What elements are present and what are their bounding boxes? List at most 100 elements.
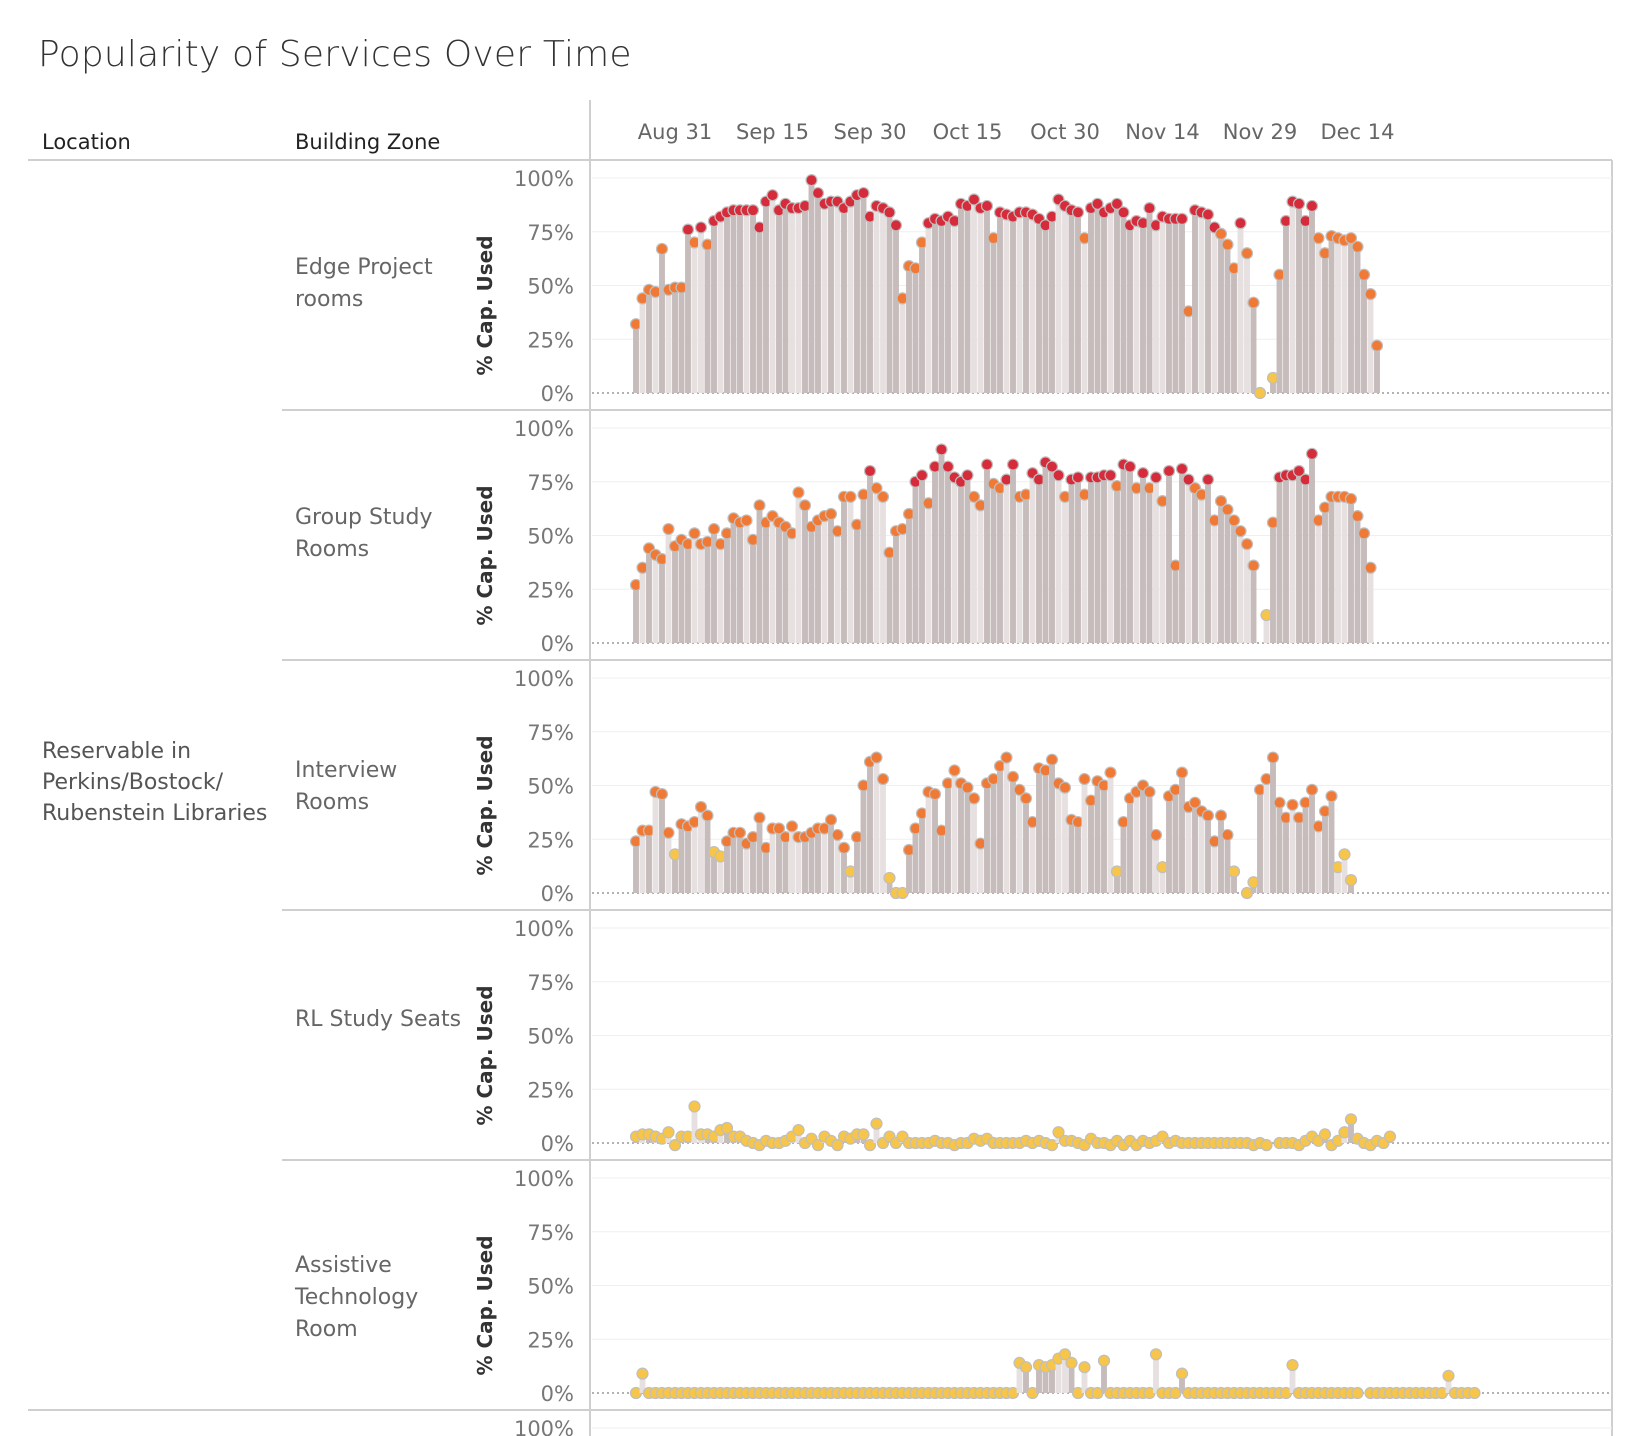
bar bbox=[1309, 789, 1315, 893]
bar bbox=[1263, 779, 1270, 893]
data-point bbox=[1201, 208, 1215, 221]
data-point bbox=[824, 507, 838, 521]
bar bbox=[912, 481, 919, 643]
bar bbox=[698, 807, 704, 893]
bar bbox=[685, 826, 691, 893]
bar bbox=[821, 516, 828, 643]
bar bbox=[847, 201, 854, 393]
bar bbox=[646, 289, 652, 393]
bar bbox=[1276, 477, 1283, 643]
y-tick-label: 50% bbox=[527, 1025, 574, 1049]
bar bbox=[821, 828, 828, 893]
y-axis-title: % Cap. Used bbox=[473, 985, 497, 1125]
bar bbox=[1348, 238, 1354, 393]
data-point bbox=[1019, 792, 1033, 805]
bar bbox=[737, 210, 743, 393]
data-point bbox=[1351, 1386, 1364, 1400]
bar bbox=[854, 195, 860, 393]
bar bbox=[938, 830, 945, 893]
bar bbox=[1322, 253, 1328, 393]
bar bbox=[704, 244, 711, 393]
data-point bbox=[1221, 238, 1234, 251]
data-point bbox=[1097, 1354, 1111, 1367]
bar bbox=[990, 483, 997, 643]
bar bbox=[711, 221, 717, 393]
bar bbox=[834, 834, 841, 893]
bar bbox=[665, 289, 672, 393]
bar bbox=[665, 832, 672, 893]
bar bbox=[1192, 802, 1198, 893]
y-tick-label: 50% bbox=[527, 275, 574, 299]
data-point bbox=[876, 490, 890, 503]
y-tick-label: 0% bbox=[541, 882, 574, 906]
bar bbox=[672, 546, 678, 643]
y-tick-label: 100% bbox=[514, 1417, 574, 1436]
bar bbox=[678, 824, 685, 893]
bar bbox=[1192, 488, 1198, 643]
y-tick-label: 25% bbox=[527, 1328, 574, 1352]
data-point bbox=[1240, 247, 1254, 260]
data-point bbox=[1351, 240, 1364, 253]
bar bbox=[1211, 520, 1218, 643]
data-point bbox=[857, 186, 870, 200]
bar bbox=[1153, 225, 1159, 393]
bar bbox=[1055, 783, 1062, 893]
bar bbox=[672, 287, 678, 393]
x-tick-label: Nov 14 bbox=[1125, 120, 1199, 144]
bar bbox=[659, 559, 665, 643]
bar bbox=[1231, 520, 1237, 643]
bar bbox=[1088, 800, 1094, 893]
bar bbox=[1354, 246, 1361, 393]
data-point bbox=[746, 204, 760, 217]
bar bbox=[1101, 475, 1107, 643]
data-point bbox=[766, 189, 779, 202]
bar bbox=[1166, 218, 1172, 393]
bar bbox=[815, 193, 821, 393]
bar bbox=[756, 817, 763, 893]
bar bbox=[977, 505, 984, 643]
data-point bbox=[688, 1100, 701, 1113]
data-point bbox=[1325, 790, 1338, 803]
bar bbox=[1042, 225, 1049, 393]
bar bbox=[1335, 238, 1341, 393]
bar bbox=[938, 221, 945, 393]
data-point bbox=[876, 772, 890, 786]
bar bbox=[984, 464, 990, 643]
data-point bbox=[870, 751, 883, 764]
data-point bbox=[1104, 469, 1117, 482]
bar bbox=[763, 201, 769, 393]
bar bbox=[899, 298, 906, 393]
bar bbox=[977, 208, 984, 393]
bar bbox=[1010, 216, 1016, 393]
y-axis-title: % Cap. Used bbox=[473, 485, 497, 625]
bar bbox=[1107, 475, 1114, 643]
bar bbox=[1218, 815, 1224, 893]
bar bbox=[1179, 468, 1185, 643]
bar bbox=[1049, 216, 1055, 393]
bar bbox=[1075, 822, 1081, 893]
bar bbox=[1374, 345, 1380, 393]
bar bbox=[1367, 567, 1374, 643]
bar bbox=[880, 496, 886, 643]
bar bbox=[750, 539, 756, 643]
data-point bbox=[1123, 460, 1137, 473]
data-point bbox=[857, 1128, 870, 1141]
bar bbox=[756, 227, 763, 393]
bar bbox=[1036, 218, 1042, 393]
bar bbox=[906, 514, 912, 643]
bar bbox=[1341, 496, 1348, 643]
data-point bbox=[1006, 770, 1020, 784]
bar bbox=[1133, 221, 1140, 393]
bar bbox=[795, 208, 802, 393]
bar bbox=[919, 242, 925, 393]
data-point bbox=[928, 787, 942, 801]
data-point bbox=[1104, 766, 1117, 779]
bar bbox=[945, 466, 951, 643]
data-point bbox=[1143, 785, 1156, 799]
y-tick-label: 25% bbox=[527, 828, 574, 852]
bar bbox=[873, 205, 880, 393]
bar bbox=[789, 208, 795, 393]
bar bbox=[1302, 221, 1309, 393]
data-point bbox=[753, 499, 766, 512]
bar bbox=[1075, 477, 1081, 643]
